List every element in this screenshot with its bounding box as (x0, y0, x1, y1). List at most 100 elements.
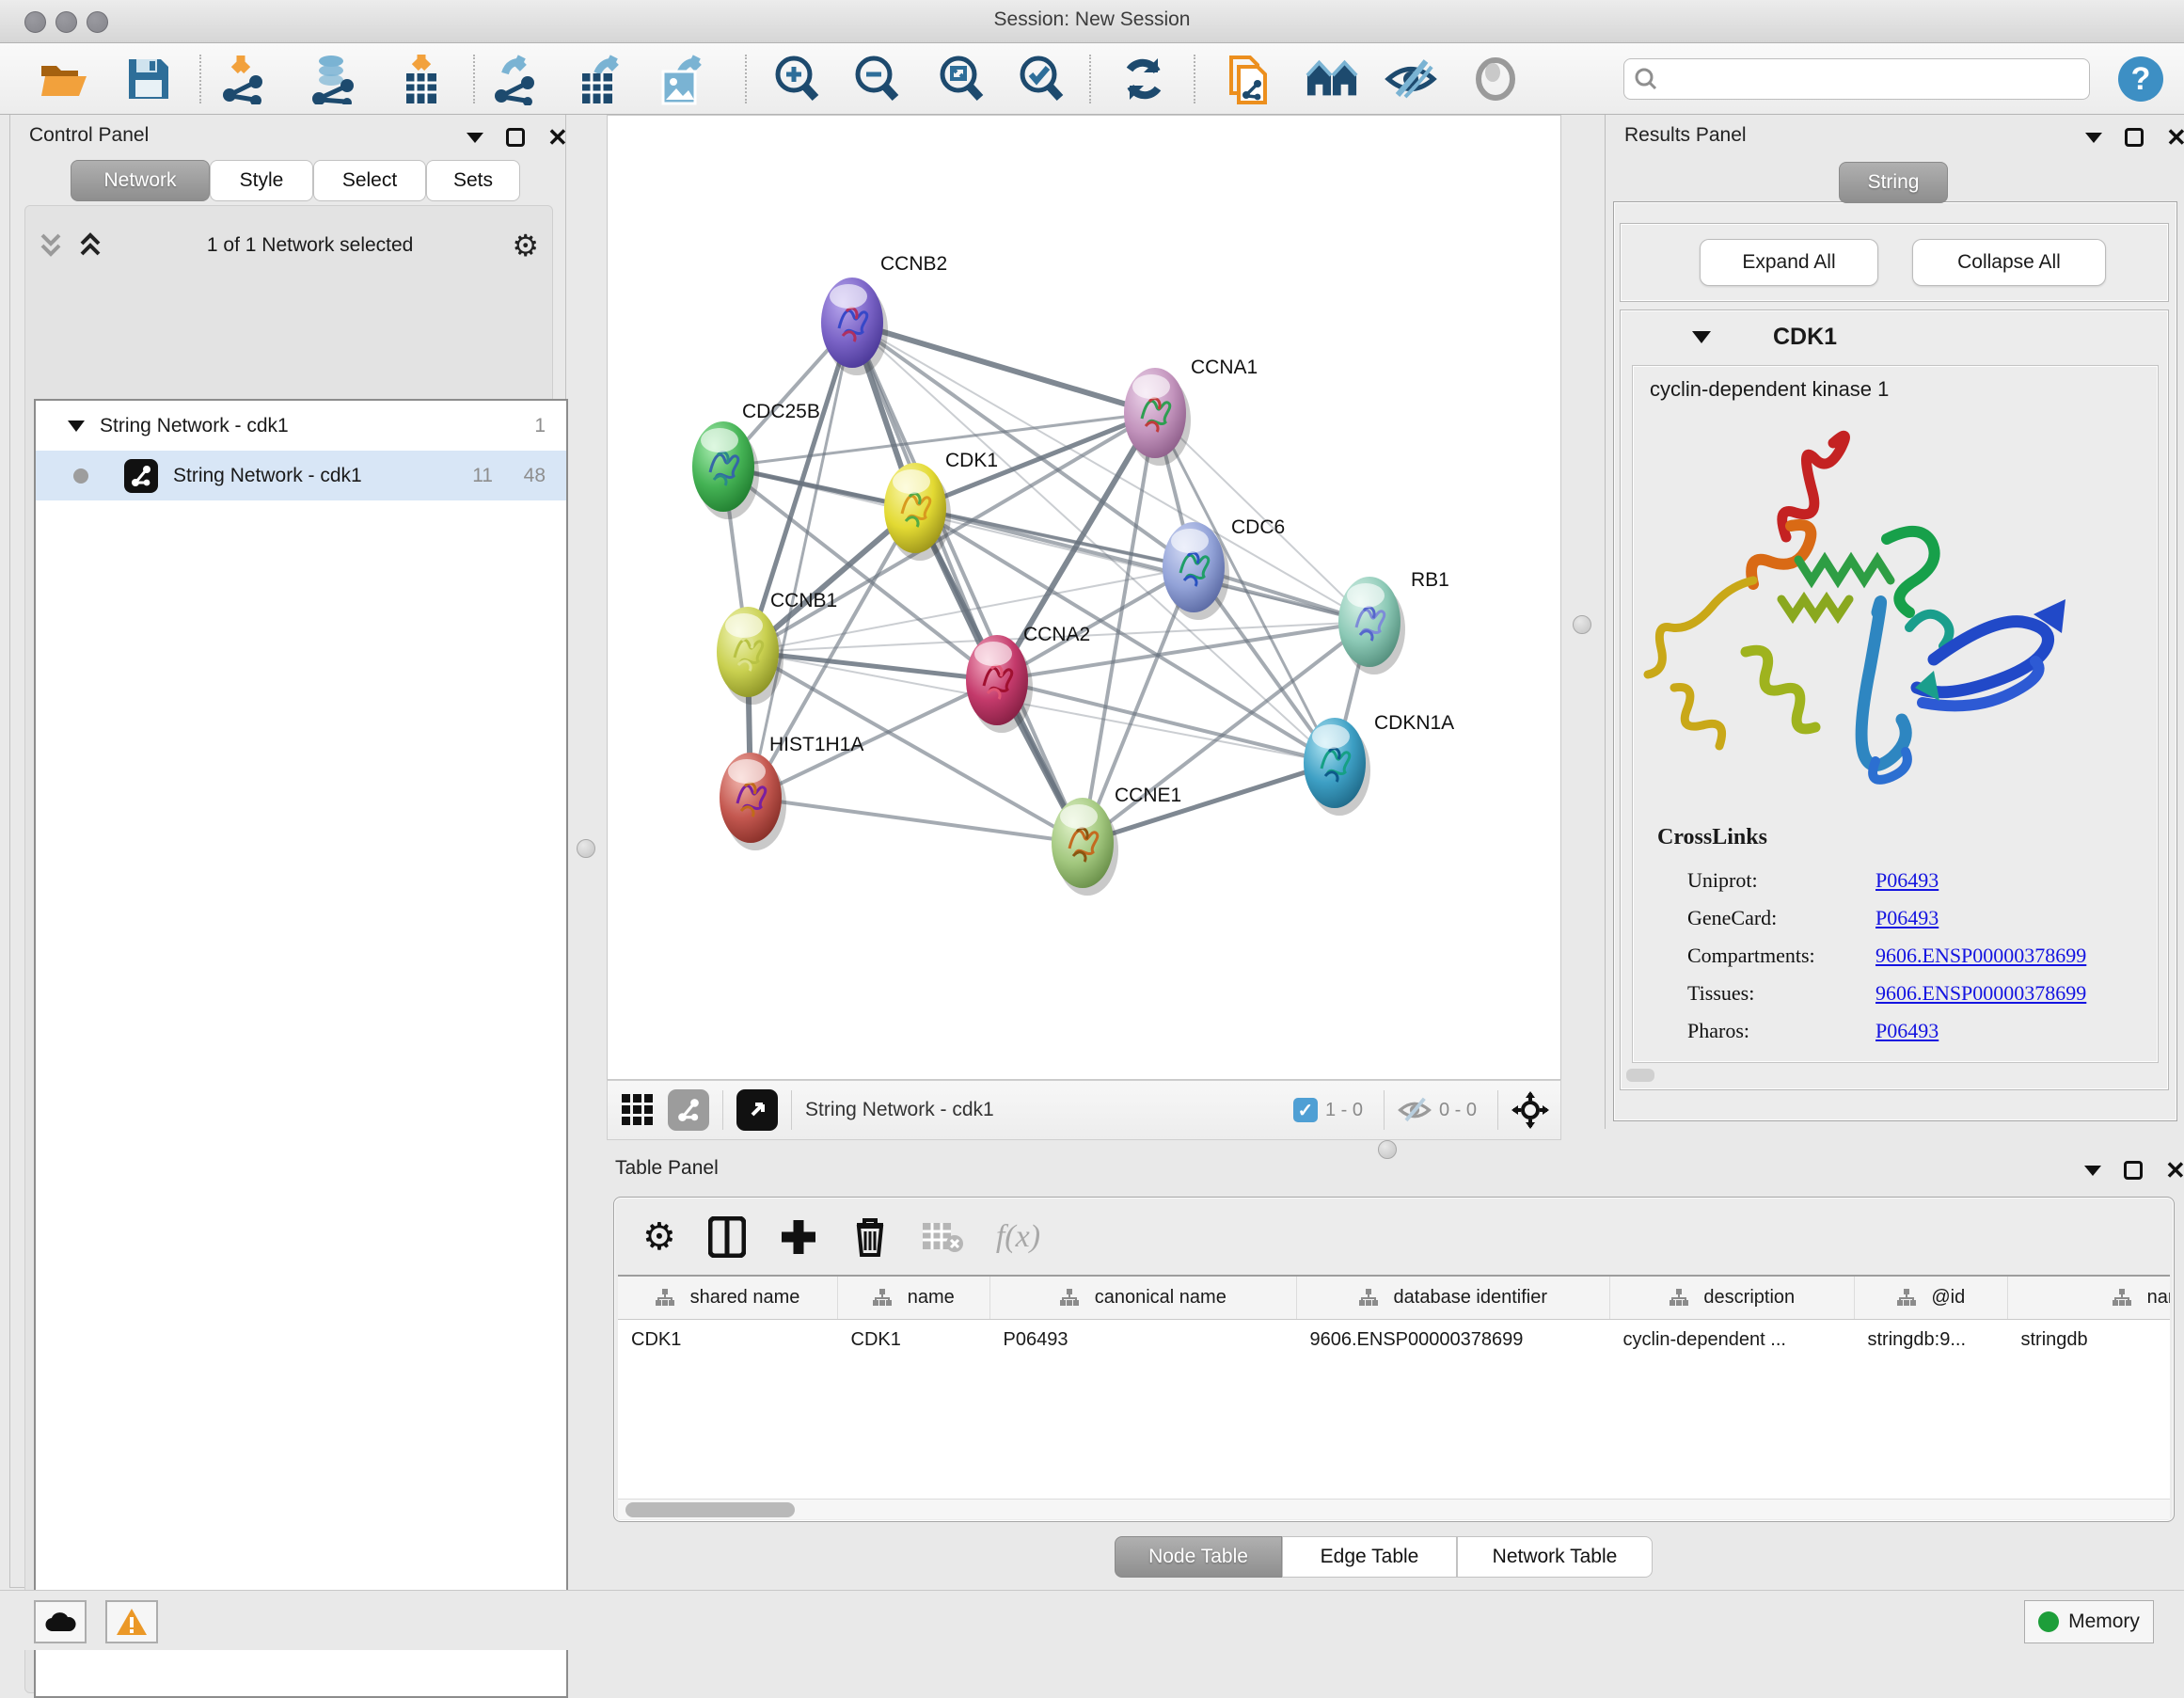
navigate-crosshair-icon[interactable] (1511, 1091, 1549, 1129)
cloud-status-button[interactable] (34, 1600, 87, 1643)
delete-table-icon[interactable] (921, 1219, 964, 1255)
network-node-cdc6[interactable]: CDC6 (1163, 516, 1285, 620)
network-edge[interactable] (915, 508, 1369, 622)
crosslink-link[interactable]: P06493 (1875, 906, 1939, 930)
network-edge[interactable] (852, 323, 1083, 843)
column-header-namespace[interactable]: namespace (2007, 1277, 2170, 1319)
function-builder-button[interactable]: f(x) (996, 1219, 1040, 1255)
import-network-file-button[interactable] (218, 53, 271, 105)
hidden-eye-icon[interactable] (1398, 1096, 1432, 1124)
expand-all-button[interactable]: Expand All (1700, 239, 1878, 286)
zoom-in-button[interactable] (769, 53, 822, 105)
table-cell[interactable]: stringdb (2007, 1319, 2170, 1360)
warning-status-button[interactable] (105, 1600, 158, 1643)
results-hscroll-thumb[interactable] (1626, 1069, 1654, 1082)
save-session-button[interactable] (122, 53, 175, 105)
table-row[interactable]: CDK1CDK1P064939606.ENSP00000378699cyclin… (618, 1319, 2170, 1360)
column-header-database-identifier[interactable]: database identifier (1296, 1277, 1609, 1319)
column-header-canonical-name[interactable]: canonical name (989, 1277, 1296, 1319)
crosslink-link[interactable]: 9606.ENSP00000378699 (1875, 944, 2086, 968)
zoom-out-button[interactable] (849, 53, 902, 105)
tab-style[interactable]: Style (210, 160, 313, 201)
table-cell[interactable]: stringdb:9... (1854, 1319, 2007, 1360)
network-node-ccnb2[interactable]: CCNB2 (821, 253, 947, 375)
add-column-icon[interactable] (778, 1216, 819, 1258)
export-table-button[interactable] (576, 53, 628, 105)
panel-menu-icon[interactable] (467, 133, 483, 143)
panel-close-icon[interactable]: ✕ (2165, 1161, 2184, 1180)
network-node-cdkn1a[interactable]: CDKN1A (1304, 712, 1454, 816)
panel-menu-icon[interactable] (2084, 1166, 2101, 1176)
network-edge[interactable] (852, 323, 1155, 413)
splitter-handle[interactable] (577, 839, 595, 858)
delete-column-trash-icon[interactable] (851, 1215, 889, 1259)
tab-select[interactable]: Select (313, 160, 426, 201)
import-table-button[interactable] (395, 53, 448, 105)
table-cell[interactable]: CDK1 (837, 1319, 989, 1360)
panel-menu-icon[interactable] (2085, 133, 2102, 143)
selected-checkbox-icon[interactable]: ✓ (1293, 1098, 1318, 1122)
panel-close-icon[interactable]: ✕ (547, 128, 568, 147)
tab-network[interactable]: Network (71, 160, 210, 201)
network-node-ccne1[interactable]: CCNE1 (1052, 785, 1181, 896)
table-cell[interactable]: CDK1 (618, 1319, 837, 1360)
network-graph[interactable]: CCNB2CCNA1CDC25BCDK1CDC6RB1CCNB1CCNA2CDK… (608, 116, 1562, 1081)
table-settings-gear-icon[interactable]: ⚙ (642, 1215, 676, 1259)
network-edge[interactable] (751, 798, 1083, 843)
table-cell[interactable]: 9606.ENSP00000378699 (1296, 1319, 1609, 1360)
apply-layout-button[interactable] (1117, 53, 1170, 105)
export-network-button[interactable] (489, 53, 542, 105)
import-network-database-button[interactable] (307, 53, 359, 105)
string-view-icon[interactable] (668, 1089, 709, 1131)
gene-expander-icon[interactable] (1690, 328, 1713, 345)
network-row[interactable]: String Network - cdk1 11 48 (36, 451, 566, 500)
crosslink-link[interactable]: 9606.ENSP00000378699 (1875, 981, 2086, 1006)
grid-view-icon[interactable] (621, 1093, 655, 1127)
table-cell[interactable]: P06493 (989, 1319, 1296, 1360)
zoom-fit-button[interactable] (934, 53, 987, 105)
help-button[interactable]: ? (2114, 53, 2167, 105)
panel-float-icon[interactable] (2125, 128, 2144, 147)
show-columns-icon[interactable] (708, 1216, 746, 1258)
tab-sets[interactable]: Sets (426, 160, 520, 201)
tab-node-table[interactable]: Node Table (1115, 1536, 1282, 1578)
collapse-all-icon[interactable] (37, 231, 69, 260)
show-all-button[interactable] (1469, 53, 1522, 105)
network-node-cdc25b[interactable]: CDC25B (692, 401, 820, 519)
collapse-all-button[interactable]: Collapse All (1912, 239, 2106, 286)
splitter-handle[interactable] (1573, 615, 1591, 634)
network-node-ccna1[interactable]: CCNA1 (1124, 357, 1258, 466)
panel-float-icon[interactable] (506, 128, 525, 147)
network-node-rb1[interactable]: RB1 (1338, 569, 1449, 674)
search-input[interactable] (1658, 69, 2072, 90)
clone-network-button[interactable] (1223, 53, 1275, 105)
table-hscrollbar[interactable] (618, 1499, 2170, 1519)
memory-button[interactable]: Memory (2024, 1600, 2154, 1643)
table-cell[interactable]: cyclin-dependent ... (1609, 1319, 1854, 1360)
tab-string[interactable]: String (1839, 162, 1948, 203)
tab-network-table[interactable]: Network Table (1457, 1536, 1653, 1578)
column-header-description[interactable]: description (1609, 1277, 1854, 1319)
zoom-selected-button[interactable] (1014, 53, 1067, 105)
column-header-name[interactable]: name (837, 1277, 989, 1319)
column-header-shared-name[interactable]: shared name (618, 1277, 837, 1319)
network-canvas[interactable]: CCNB2CCNA1CDC25BCDK1CDC6RB1CCNB1CCNA2CDK… (607, 115, 1561, 1080)
collection-expander-icon[interactable] (66, 419, 87, 434)
detach-view-icon[interactable] (736, 1089, 778, 1131)
panel-close-icon[interactable]: ✕ (2166, 128, 2184, 147)
tab-edge-table[interactable]: Edge Table (1282, 1536, 1457, 1578)
network-options-gear-icon[interactable]: ⚙ (512, 228, 539, 263)
first-neighbors-button[interactable] (1306, 53, 1358, 105)
network-node-hist1h1a[interactable]: HIST1H1A (720, 734, 863, 850)
network-node-ccnb1[interactable]: CCNB1 (717, 590, 837, 705)
table-hscroll-thumb[interactable] (625, 1502, 795, 1517)
network-edge[interactable] (751, 323, 852, 798)
network-collection-row[interactable]: String Network - cdk1 1 (36, 401, 566, 451)
expand-all-icon[interactable] (76, 231, 108, 260)
open-session-button[interactable] (38, 53, 90, 105)
crosslink-link[interactable]: P06493 (1875, 1019, 1939, 1043)
crosslink-link[interactable]: P06493 (1875, 868, 1939, 893)
panel-float-icon[interactable] (2124, 1161, 2143, 1180)
column-header--id[interactable]: @id (1854, 1277, 2007, 1319)
export-image-button[interactable] (657, 53, 709, 105)
